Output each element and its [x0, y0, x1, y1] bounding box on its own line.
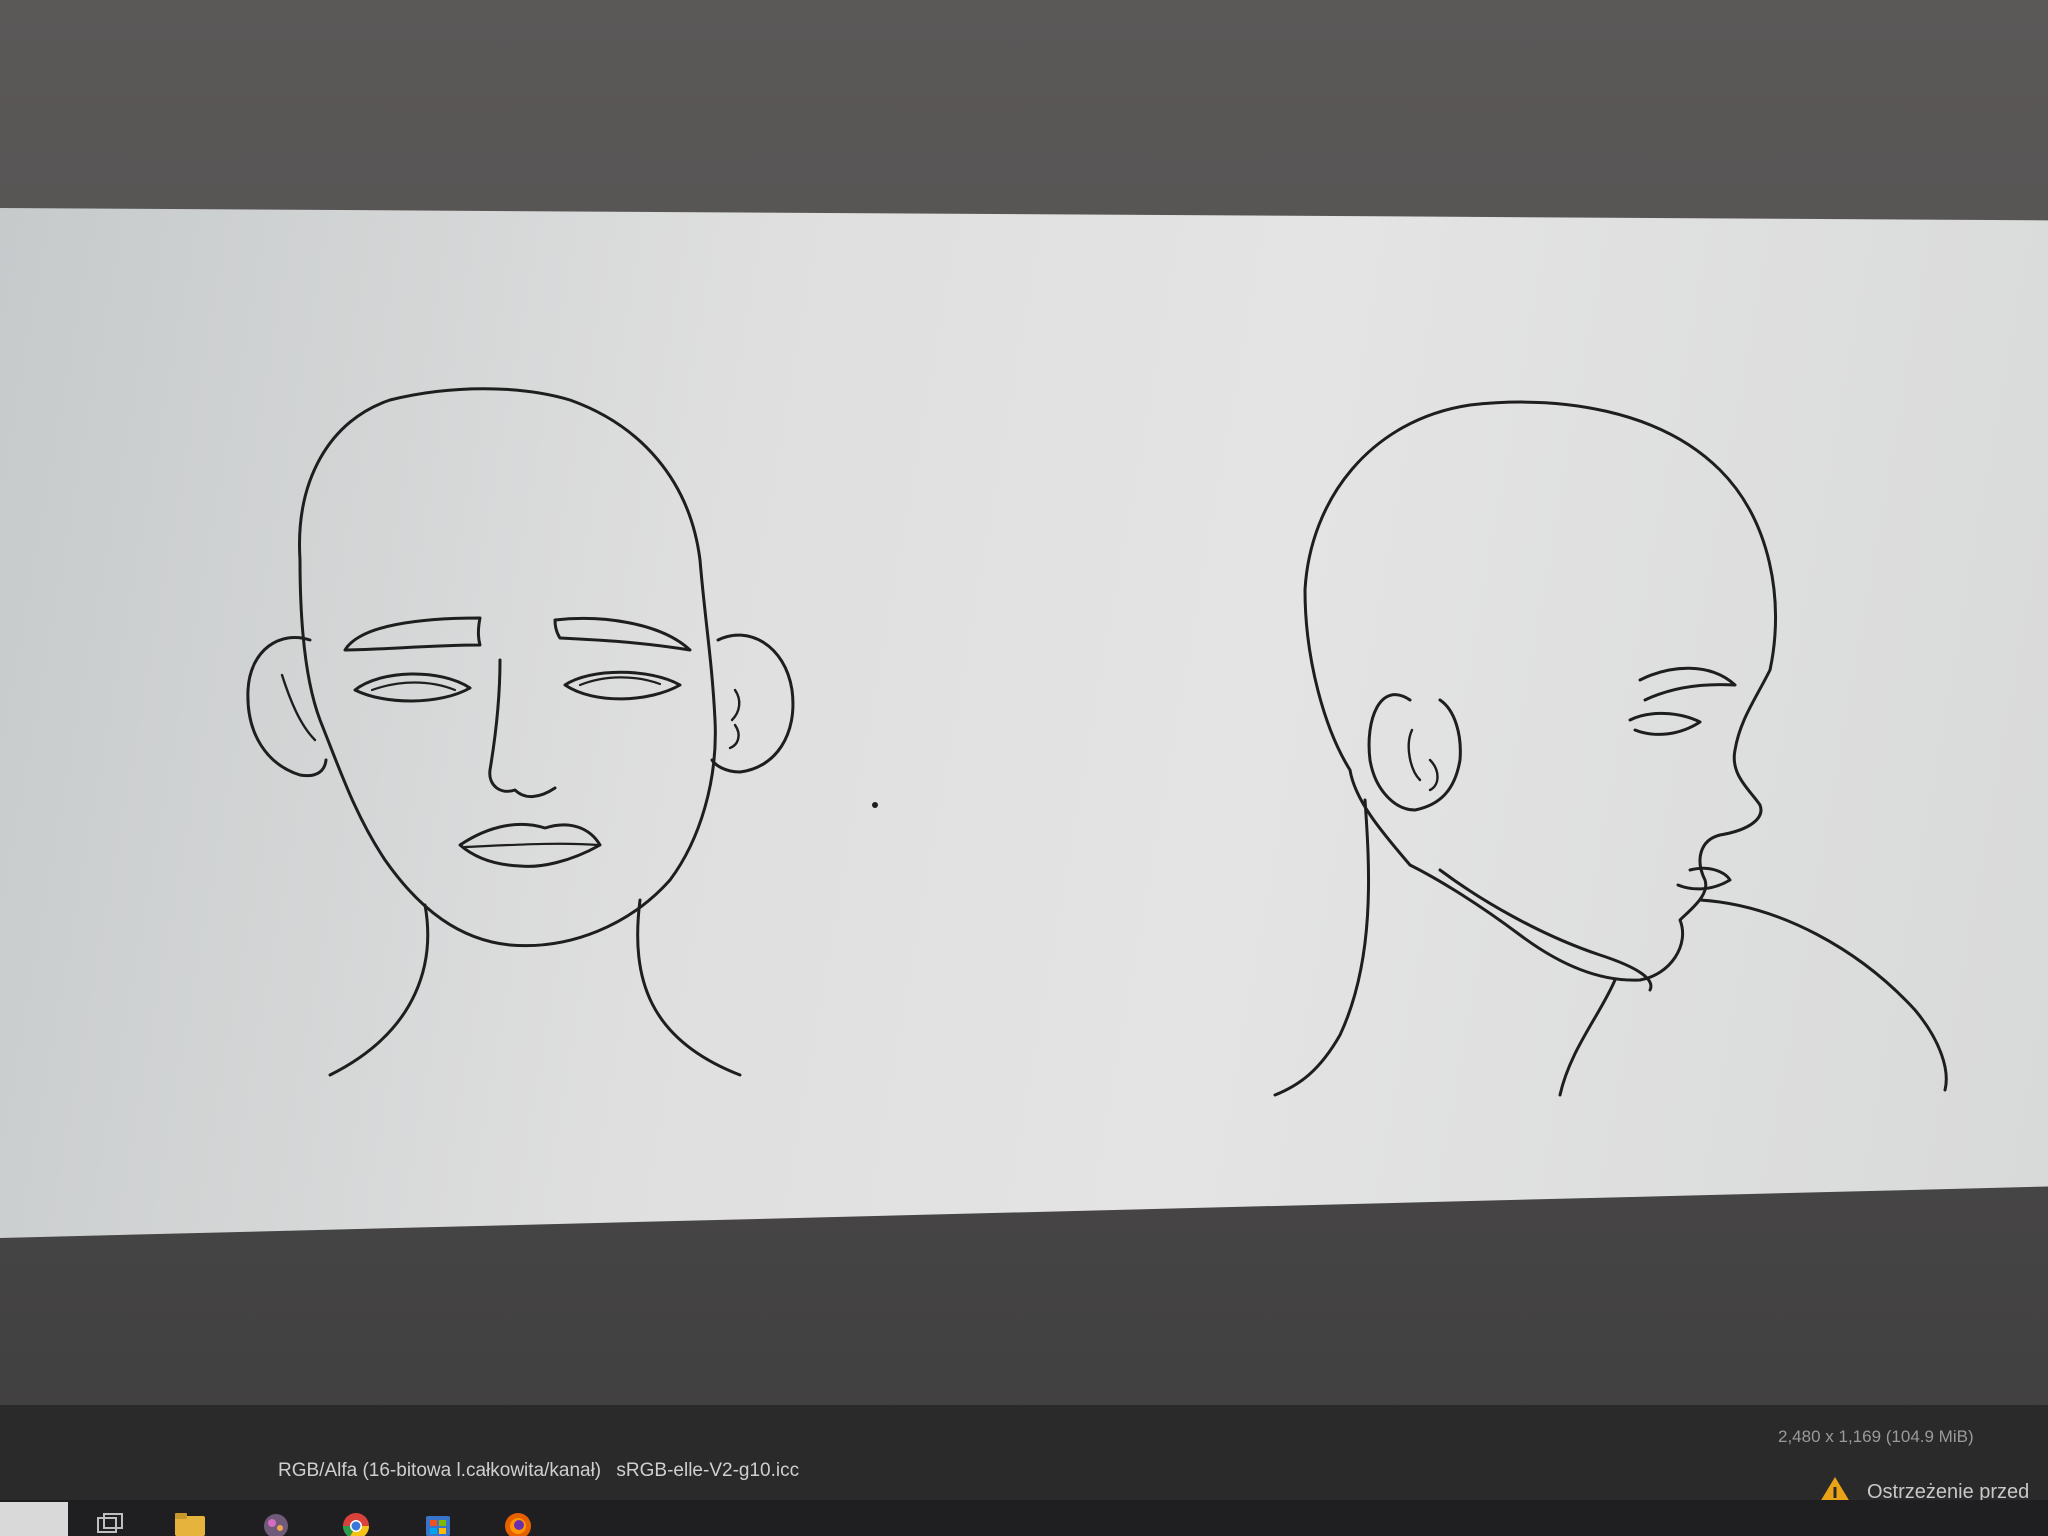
- firefox-icon[interactable]: [500, 1508, 536, 1536]
- status-bar: RGB/Alfa (16-bitowa l.całkowita/kanał) s…: [0, 1405, 2048, 1507]
- side-head-sketch: [1273, 400, 1948, 1097]
- task-view-icon[interactable]: [92, 1508, 128, 1536]
- color-mode-label: RGB/Alfa (16-bitowa l.całkowita/kanał): [278, 1460, 602, 1481]
- start-button[interactable]: [0, 1502, 68, 1536]
- front-head-sketch: [246, 387, 795, 1077]
- taskbar: [0, 1500, 2048, 1536]
- file-explorer-icon[interactable]: [172, 1508, 208, 1536]
- chrome-icon[interactable]: [338, 1508, 374, 1536]
- gimp-icon[interactable]: [258, 1508, 294, 1536]
- store-icon[interactable]: [420, 1508, 456, 1536]
- face-sketch-drawing: [246, 387, 1948, 1097]
- image-info: RGB/Alfa (16-bitowa l.całkowita/kanał) s…: [278, 1460, 809, 1482]
- color-profile-label: sRGB-elle-V2-g10.icc: [616, 1460, 800, 1481]
- stray-mark: [872, 802, 878, 808]
- image-dimensions: 2,480 x 1,169 (104.9 MiB): [1778, 1427, 1974, 1446]
